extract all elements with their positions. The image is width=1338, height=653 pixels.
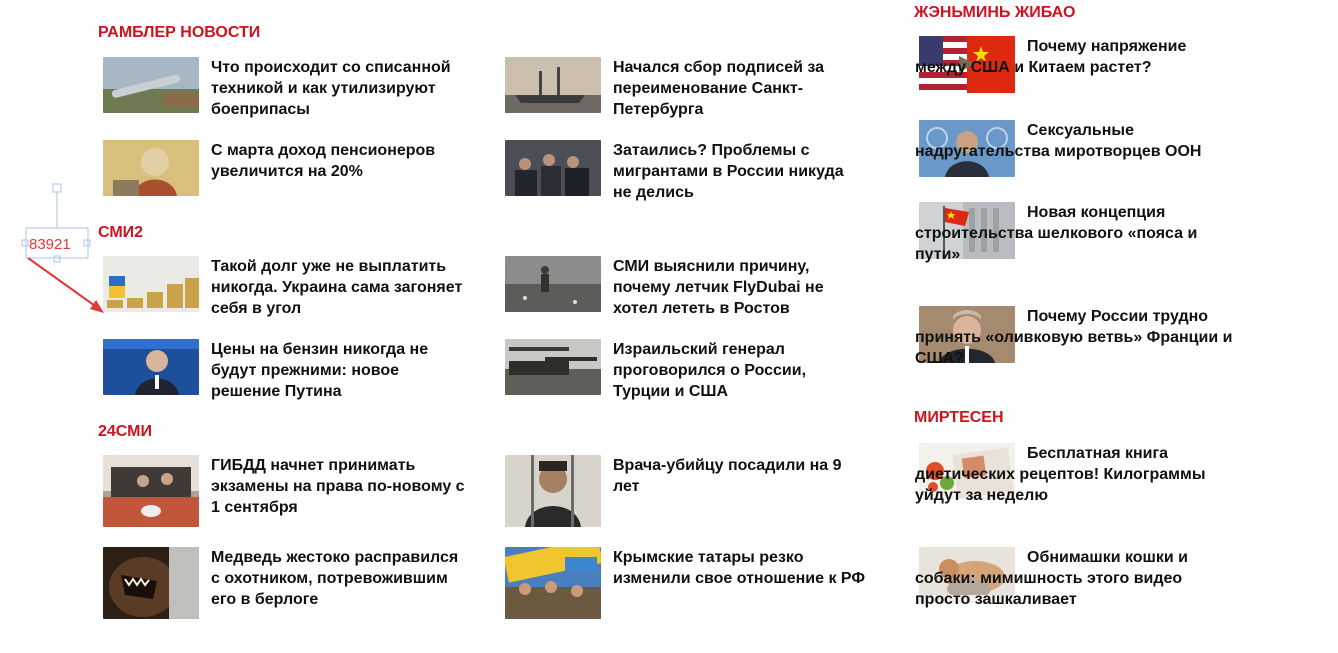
news-item[interactable]: Израильский генерал проговорился о Росси… bbox=[505, 339, 875, 405]
news-thumbnail[interactable] bbox=[103, 57, 199, 113]
news-title[interactable]: Почему России трудно принять «оливковую … bbox=[915, 306, 1235, 369]
news-title[interactable]: Сексуальные надругательства миротворцев … bbox=[915, 120, 1235, 162]
news-item[interactable]: ГИБДД начнет принимать экзамены на права… bbox=[103, 455, 473, 529]
news-thumbnail[interactable] bbox=[103, 455, 199, 527]
section-title-renmin: ЖЭНЬМИНЬ ЖИБАО bbox=[914, 4, 1076, 21]
annotation-label: 83921 bbox=[29, 236, 71, 253]
news-title[interactable]: Начался сбор подписей за переименование … bbox=[613, 57, 843, 120]
news-item[interactable]: Бесплатная книга диетических рецептов! К… bbox=[915, 443, 1245, 531]
news-item[interactable]: Новая концепция строительства шелкового … bbox=[915, 202, 1245, 290]
section-title-rambler: РАМБЛЕР НОВОСТИ bbox=[98, 24, 261, 41]
news-title[interactable]: Крымские татары резко изменили свое отно… bbox=[613, 547, 873, 589]
news-title[interactable]: Израильский генерал проговорился о Росси… bbox=[613, 339, 833, 402]
news-title[interactable]: Обнимашки кошки и собаки: мимишность это… bbox=[915, 547, 1235, 610]
news-item[interactable]: Почему напряжение между США и Китаем рас… bbox=[915, 36, 1245, 102]
news-title[interactable]: Новая концепция строительства шелкового … bbox=[915, 202, 1235, 265]
news-title[interactable]: Почему напряжение между США и Китаем рас… bbox=[915, 36, 1235, 78]
news-thumbnail[interactable] bbox=[505, 140, 601, 196]
news-thumbnail[interactable] bbox=[505, 57, 601, 113]
news-thumbnail[interactable] bbox=[505, 256, 601, 312]
news-thumbnail[interactable] bbox=[505, 339, 601, 395]
news-item[interactable]: Что происходит со списанной техникой и к… bbox=[103, 57, 473, 123]
news-thumbnail[interactable] bbox=[103, 339, 199, 395]
news-title[interactable]: Такой долг уже не выплатить никогда. Укр… bbox=[211, 256, 471, 319]
news-thumbnail[interactable] bbox=[103, 256, 199, 312]
news-title[interactable]: Затаились? Проблемы с мигрантами в Росси… bbox=[613, 140, 853, 203]
news-item[interactable]: СМИ выяснили причину, почему летчик FlyD… bbox=[505, 256, 875, 322]
section-title-mirtesen: МИРТЕСЕН bbox=[914, 409, 1004, 426]
news-title[interactable]: Медведь жестоко расправился с охотником,… bbox=[211, 547, 471, 610]
news-thumbnail[interactable] bbox=[103, 140, 199, 196]
news-item[interactable]: Медведь жестоко расправился с охотником,… bbox=[103, 547, 473, 621]
news-title[interactable]: Цены на бензин никогда не будут прежними… bbox=[211, 339, 451, 402]
news-title[interactable]: Врача-убийцу посадили на 9 лет bbox=[613, 455, 853, 497]
news-title[interactable]: С марта доход пенсионеров увеличится на … bbox=[211, 140, 471, 182]
news-item[interactable]: Такой долг уже не выплатить никогда. Укр… bbox=[103, 256, 473, 322]
news-thumbnail[interactable] bbox=[505, 455, 601, 527]
news-item[interactable]: Крымские татары резко изменили свое отно… bbox=[505, 547, 875, 621]
news-thumbnail[interactable] bbox=[505, 547, 601, 619]
news-thumbnail[interactable] bbox=[103, 547, 199, 619]
news-title[interactable]: Бесплатная книга диетических рецептов! К… bbox=[915, 443, 1235, 506]
news-item[interactable]: Начался сбор подписей за переименование … bbox=[505, 57, 845, 123]
news-item[interactable]: Затаились? Проблемы с мигрантами в Росси… bbox=[505, 140, 875, 206]
news-item[interactable]: Сексуальные надругательства миротворцев … bbox=[915, 120, 1245, 186]
news-title[interactable]: Что происходит со списанной техникой и к… bbox=[211, 57, 471, 120]
news-title[interactable]: СМИ выяснили причину, почему летчик FlyD… bbox=[613, 256, 843, 319]
news-title[interactable]: ГИБДД начнет принимать экзамены на права… bbox=[211, 455, 471, 518]
news-item[interactable]: Врача-убийцу посадили на 9 лет bbox=[505, 455, 875, 529]
news-item[interactable]: Почему России трудно принять «оливковую … bbox=[915, 306, 1245, 372]
news-item[interactable]: Обнимашки кошки и собаки: мимишность это… bbox=[915, 547, 1245, 635]
news-item[interactable]: Цены на бензин никогда не будут прежними… bbox=[103, 339, 473, 405]
news-item[interactable]: С марта доход пенсионеров увеличится на … bbox=[103, 140, 473, 198]
section-title-24smi: 24СМИ bbox=[98, 423, 152, 440]
